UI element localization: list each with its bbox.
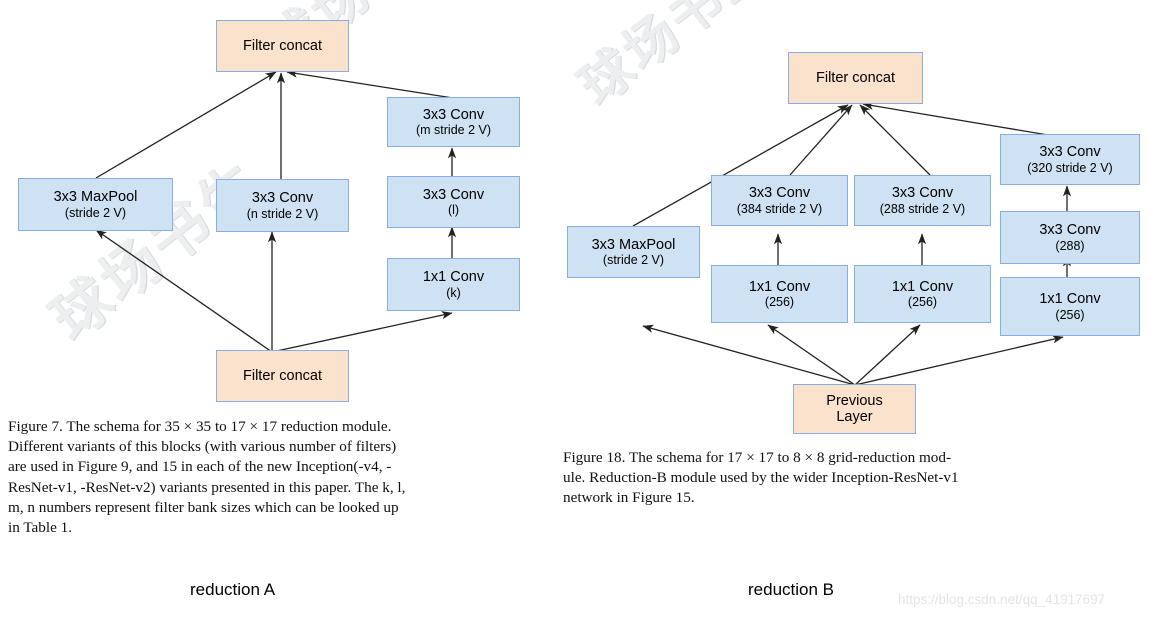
node-label-line1: 3x3 Conv [422, 106, 485, 123]
watermark-url: https://blog.csdn.net/qq_41917697 [898, 592, 1106, 607]
node-label-line2: (stride 2 V) [602, 253, 665, 268]
module-label-reduction-b: reduction B [748, 580, 834, 599]
watermark-cjk-2: 球场书生 [38, 147, 276, 354]
node-label-line2: (320 stride 2 V) [1027, 160, 1113, 175]
node-label-line1: Previous [826, 392, 883, 409]
module-label-reduction-a: reduction A [190, 580, 276, 599]
caption-figure-18: Figure 18. The schema for 17 × 17 to 8 ×… [563, 448, 1145, 509]
node-label: Filter concat [243, 37, 322, 54]
node-label-line1: 3x3 MaxPool [591, 236, 676, 253]
node-conv-288-b[interactable]: 3x3 Conv (288) [1000, 211, 1140, 264]
node-label-line1: 1x1 Conv [1039, 291, 1101, 308]
node-conv-l-a[interactable]: 3x3 Conv (l) [387, 176, 520, 228]
node-maxpool-b[interactable]: 3x3 MaxPool (stride 2 V) [567, 226, 700, 278]
figure-canvas: 球场书生 球场书生 球场书生 [0, 0, 1151, 625]
node-conv-320-b[interactable]: 3x3 Conv (320 stride 2 V) [1000, 134, 1140, 185]
node-label: Filter concat [243, 367, 322, 384]
caption-line: m, n numbers represent filter bank sizes… [8, 498, 399, 516]
node-label-line2: (256) [1055, 307, 1085, 322]
node-label-line2: (256) [764, 295, 795, 310]
node-conv-n-a[interactable]: 3x3 Conv (n stride 2 V) [216, 179, 349, 232]
node-filter-concat-top-a[interactable]: Filter concat [216, 20, 349, 72]
node-label-line2: Layer [836, 409, 873, 425]
node-label-line2: (256) [907, 295, 938, 310]
node-filter-concat-bottom-a[interactable]: Filter concat [216, 350, 349, 402]
node-label-line2: (m stride 2 V) [415, 123, 491, 138]
node-label: Filter concat [816, 69, 895, 86]
node-label-line1: 3x3 MaxPool [53, 189, 138, 206]
watermark-cjk-3: 球场书生 [568, 0, 782, 118]
node-label-line1: 3x3 Conv [1039, 144, 1101, 161]
node-label-line1: 1x1 Conv [891, 278, 954, 295]
node-conv-k-a[interactable]: 1x1 Conv (k) [387, 258, 520, 311]
node-label-line2: (k) [446, 285, 461, 300]
node-label-line2: (288) [1055, 238, 1085, 253]
node-label-line2: (l) [447, 203, 460, 218]
node-label-line1: 3x3 Conv [251, 190, 314, 207]
caption-line: Different variants of this blocks (with … [8, 438, 397, 456]
node-maxpool-a[interactable]: 3x3 MaxPool (stride 2 V) [18, 178, 173, 231]
caption-line: are used in Figure 9, and 15 in each of … [8, 458, 392, 476]
caption-line: in Table 1. [8, 519, 73, 537]
caption-line: ResNet-v1, -ResNet-v2) variants presente… [8, 478, 406, 496]
node-previous-layer-b[interactable]: Previous Layer [793, 384, 916, 434]
node-conv-384-b[interactable]: 3x3 Conv (384 stride 2 V) [711, 175, 848, 226]
node-label-line1: 3x3 Conv [891, 185, 954, 202]
caption-figure-7: Figure 7. The schema for 35 × 35 to 17 ×… [8, 417, 554, 538]
node-label-line1: 3x3 Conv [1039, 222, 1101, 239]
node-filter-concat-top-b[interactable]: Filter concat [788, 52, 923, 104]
node-label-line2: (288 stride 2 V) [879, 201, 966, 216]
caption-line: network in Figure 15. [563, 489, 695, 507]
node-label-line2: (stride 2 V) [64, 205, 127, 220]
node-conv-1x1-a-b[interactable]: 1x1 Conv (256) [711, 265, 848, 323]
node-label-line1: 3x3 Conv [748, 185, 811, 202]
caption-line: Figure 7. The schema for 35 × 35 to 17 ×… [8, 418, 392, 435]
caption-line: ule. Reduction-B module used by the wide… [563, 469, 959, 487]
node-label-line2: (384 stride 2 V) [736, 201, 823, 216]
node-label-line2: (n stride 2 V) [246, 206, 319, 221]
node-label-line1: 3x3 Conv [422, 186, 485, 203]
node-label-line1: 1x1 Conv [748, 278, 811, 295]
node-conv-m-a[interactable]: 3x3 Conv (m stride 2 V) [387, 97, 520, 147]
caption-line: Figure 18. The schema for 17 × 17 to 8 ×… [563, 449, 952, 466]
node-conv-1x1-b-b[interactable]: 1x1 Conv (256) [854, 265, 991, 323]
node-label-line1: 1x1 Conv [422, 269, 485, 286]
node-conv-288-stride-b[interactable]: 3x3 Conv (288 stride 2 V) [854, 175, 991, 226]
node-conv-1x1-c-b[interactable]: 1x1 Conv (256) [1000, 277, 1140, 336]
